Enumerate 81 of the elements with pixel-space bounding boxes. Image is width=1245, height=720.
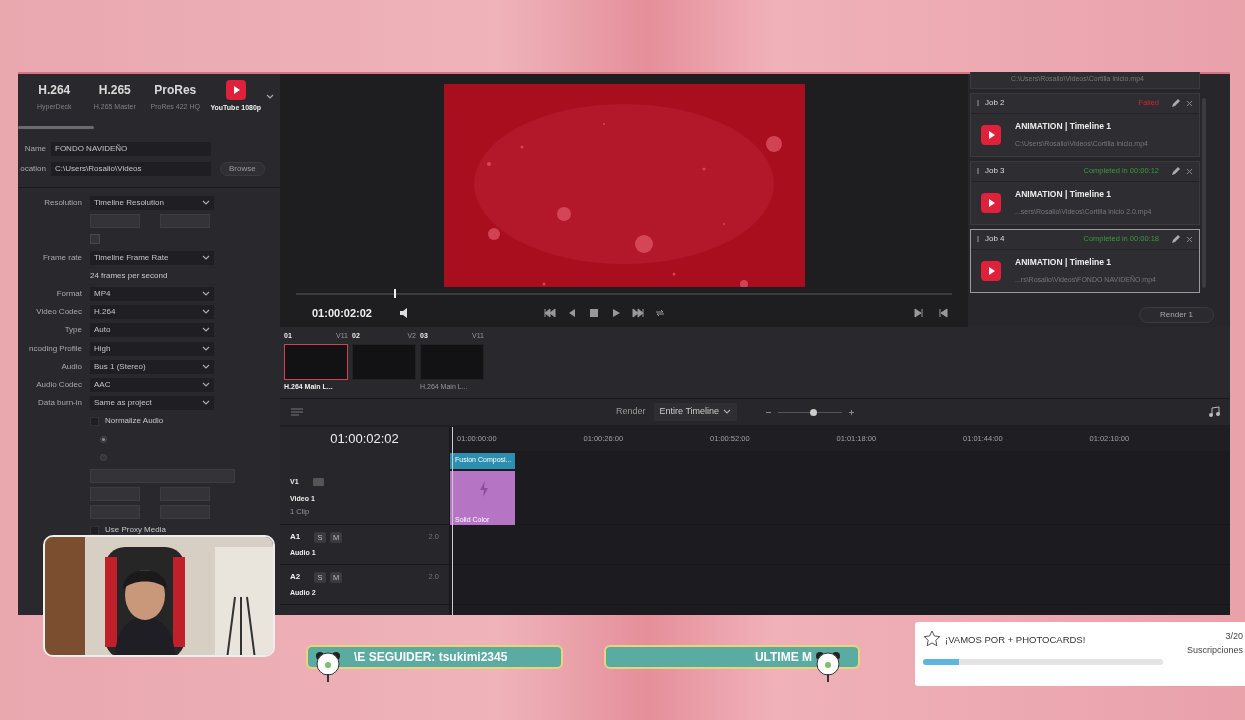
goal-unit: Suscripciones bbox=[1186, 643, 1243, 657]
render-label: Render bbox=[616, 405, 646, 419]
dropdown[interactable]: High bbox=[90, 341, 214, 356]
pencil-icon[interactable] bbox=[1171, 98, 1180, 108]
star-icon bbox=[923, 630, 941, 648]
skip-back-icon[interactable] bbox=[544, 307, 556, 319]
job-title: ANIMATION | Timeline 1 bbox=[1015, 119, 1113, 133]
setting-label: Video Codec bbox=[35, 306, 82, 319]
location-field[interactable]: C:\Users\Rosalio\Videos bbox=[51, 162, 211, 176]
job-name: Job 3 bbox=[985, 165, 1005, 177]
pencil-icon[interactable] bbox=[1171, 166, 1180, 176]
setting-label: Frame rate bbox=[41, 251, 82, 264]
stop-icon[interactable] bbox=[588, 307, 600, 319]
volume-icon[interactable] bbox=[398, 307, 410, 319]
checkbox-label: Use Proxy Media bbox=[105, 524, 166, 537]
checkbox-label: Normalize Audio bbox=[105, 415, 164, 428]
job-name: Job 2 bbox=[985, 97, 1005, 109]
dropdown[interactable]: Timeline Resolution bbox=[90, 196, 214, 211]
clip-thumbnail[interactable] bbox=[284, 343, 348, 380]
playhead-handle[interactable] bbox=[394, 289, 397, 298]
timecode: 01:00:02:02 bbox=[312, 305, 373, 321]
dropdown[interactable]: H.264 bbox=[90, 305, 214, 320]
setting-label: Format bbox=[55, 288, 82, 301]
music-note-icon[interactable] bbox=[1208, 406, 1220, 418]
track-id: A2 bbox=[290, 571, 302, 583]
slider-thumb[interactable] bbox=[810, 408, 818, 416]
youtube-icon bbox=[981, 124, 1001, 145]
setting-label: Type bbox=[63, 324, 82, 337]
render-dropdown[interactable]: Entire Timeline bbox=[653, 403, 738, 421]
scroll-thumb[interactable] bbox=[18, 126, 94, 129]
browse-button[interactable]: Browse bbox=[220, 162, 265, 176]
job-title: ANIMATION | Timeline 1 bbox=[1015, 187, 1113, 201]
goal-title: ¡VAMOS POR + PHOTOCARDS! bbox=[945, 633, 1086, 647]
dropdown[interactable]: Auto bbox=[90, 323, 214, 338]
chevron-icon bbox=[723, 408, 732, 416]
dropdown[interactable]: AAC bbox=[90, 377, 214, 392]
job-title: ANIMATION | Timeline 1 bbox=[1015, 255, 1113, 269]
pencil-icon[interactable] bbox=[1171, 234, 1180, 244]
field-label: ocation bbox=[19, 163, 46, 175]
panda-icon bbox=[314, 650, 342, 684]
skip-forward-icon[interactable] bbox=[632, 307, 644, 319]
chevron-icon bbox=[202, 253, 210, 262]
job-name: Job 4 bbox=[985, 233, 1005, 245]
dropdown[interactable]: Bus 1 (Stereo) bbox=[90, 359, 214, 374]
dropdown[interactable]: Same as project bbox=[90, 396, 214, 411]
name-field[interactable]: FONDO NAVIDEÑO bbox=[51, 142, 211, 156]
dropdown[interactable]: Timeline Frame Rate bbox=[90, 250, 214, 265]
loop-icon[interactable] bbox=[654, 307, 666, 319]
goal-count: 3/20 bbox=[1225, 630, 1243, 643]
render-button[interactable]: Render 1 bbox=[1139, 306, 1214, 323]
clip-thumbnail[interactable] bbox=[420, 343, 484, 380]
previous-clip-icon[interactable] bbox=[938, 308, 948, 318]
setting-label: Audio Codec bbox=[35, 378, 82, 391]
timecode: 01:00:02:02 bbox=[330, 430, 399, 449]
ticker-text: \E SEGUIDER: tsukimi2345 bbox=[354, 649, 508, 666]
youtube-icon bbox=[981, 192, 1001, 213]
lightning-icon bbox=[478, 481, 489, 497]
panda-icon bbox=[814, 650, 842, 684]
youtube-icon bbox=[981, 260, 1001, 281]
ticker-text: ULTIME M bbox=[754, 649, 812, 666]
setting-label: Data burn-in bbox=[36, 397, 82, 410]
drag-handle-icon[interactable] bbox=[977, 100, 979, 106]
drag-handle-icon[interactable] bbox=[977, 236, 979, 242]
dropdown[interactable]: MP4 bbox=[90, 287, 214, 302]
youtube-icon bbox=[225, 80, 246, 101]
close-icon[interactable] bbox=[1186, 167, 1193, 175]
zoom-in-icon[interactable] bbox=[848, 408, 856, 416]
chevron-icon[interactable] bbox=[266, 93, 274, 101]
play-icon[interactable] bbox=[610, 307, 622, 319]
setting-label: ncoding Profile bbox=[28, 342, 82, 355]
hint-text: 24 frames per second bbox=[90, 269, 168, 282]
clip-thumbnail[interactable] bbox=[352, 343, 416, 380]
checkbox[interactable] bbox=[90, 525, 99, 535]
field-label: Name bbox=[23, 143, 46, 155]
track-id: A1 bbox=[290, 531, 302, 543]
setting-label: Resolution bbox=[43, 197, 82, 210]
drag-handle-icon[interactable] bbox=[977, 168, 979, 174]
close-icon[interactable] bbox=[1186, 99, 1193, 107]
setting-label: Audio bbox=[60, 360, 82, 373]
next-clip-icon[interactable] bbox=[914, 308, 924, 318]
close-icon[interactable] bbox=[1186, 235, 1193, 243]
